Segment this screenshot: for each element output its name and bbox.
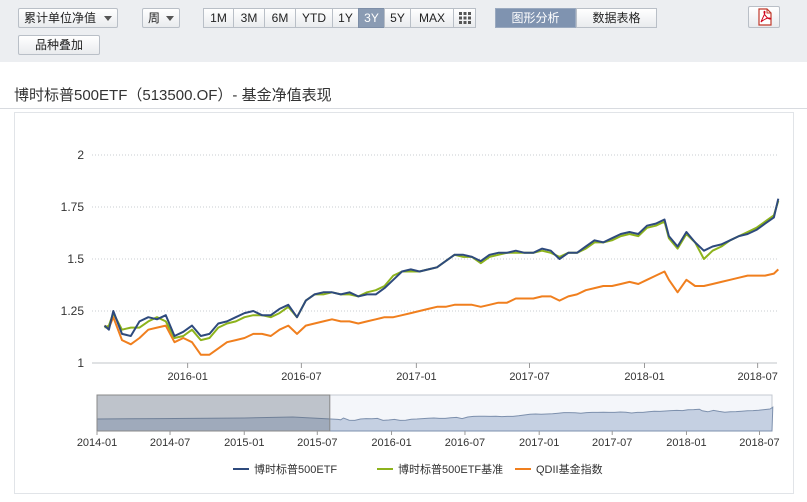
navigator-tick-label: 2017-07 <box>592 437 632 449</box>
x-tick-label: 2017-01 <box>396 371 436 383</box>
x-axis: 2016-01 2016-07 2017-01 2017-07 2018-01 2018-… <box>92 362 778 383</box>
y-tick-label: 1 <box>77 356 84 370</box>
series-line-0 <box>103 198 780 337</box>
nav-chart: 2 1.75 1.5 1.25 1 2016-01 2016-07 2017-01 2017-… <box>61 148 780 476</box>
navigator-tick-label: 2016-01 <box>371 437 411 449</box>
grid-view-button[interactable] <box>453 8 476 28</box>
divider <box>0 108 807 109</box>
range-5y-button[interactable]: 5Y <box>384 8 411 28</box>
chart-container: 2 1.75 1.5 1.25 1 2016-01 2016-07 2017-01 2017-… <box>14 112 794 494</box>
y-tick-label: 1.75 <box>61 200 85 214</box>
range-navigator: 2014-01 2014-07 2015-01 2015-07 2016-01 2016-… <box>77 394 780 449</box>
y-axis: 2 1.75 1.5 1.25 1 <box>61 148 85 370</box>
grid-view-icon <box>458 12 471 24</box>
range-ytd-button[interactable]: YTD <box>295 8 333 28</box>
chevron-down-icon <box>104 16 112 21</box>
navigator-tick-label: 2015-01 <box>224 437 264 449</box>
legend-label: 博时标普500ETF <box>254 462 337 476</box>
range-3m-button[interactable]: 3M <box>233 8 265 28</box>
legend-label: 博时标普500ETF基准 <box>398 462 503 476</box>
x-tick-label: 2017-07 <box>509 371 549 383</box>
navigator-tick-label: 2016-07 <box>445 437 485 449</box>
x-tick-label: 2018-01 <box>624 371 664 383</box>
toolbar: 累计单位净值 周 1M 3M 6M YTD 1Y 3Y 5Y MAX 图形分析 … <box>0 0 807 62</box>
chevron-down-icon <box>166 16 174 21</box>
y-tick-label: 1.5 <box>67 252 84 266</box>
range-1y-button[interactable]: 1Y <box>332 8 359 28</box>
navigator-tick-label: 2018-01 <box>666 437 706 449</box>
x-tick-label: 2016-01 <box>167 371 207 383</box>
legend: 博时标普500ETF 博时标普500ETF基准 QDII基金指数 <box>233 462 603 476</box>
range-3y-button[interactable]: 3Y <box>358 8 385 28</box>
tab-data-table[interactable]: 数据表格 <box>576 8 657 28</box>
page-title: 博时标普500ETF（513500.OF）- 基金净值表现 <box>14 87 332 104</box>
y-tick-label: 2 <box>77 148 84 162</box>
series-line-1 <box>104 200 780 342</box>
range-max-button[interactable]: MAX <box>410 8 454 28</box>
series-line-2 <box>104 268 779 356</box>
navigator-tick-label: 2015-07 <box>297 437 337 449</box>
navigator-tick-label: 2014-07 <box>150 437 190 449</box>
period-select[interactable]: 周 <box>142 8 180 28</box>
metric-select-value: 累计单位净值 <box>24 11 97 25</box>
legend-label: QDII基金指数 <box>536 462 603 476</box>
pdf-export-icon <box>758 8 772 26</box>
navigator-tick-label: 2014-01 <box>77 437 117 449</box>
metric-select[interactable]: 累计单位净值 <box>18 8 118 28</box>
navigator-selection <box>96 394 331 432</box>
range-1m-button[interactable]: 1M <box>203 8 234 28</box>
x-tick-label: 2018-07 <box>737 371 777 383</box>
navigator-tick-label: 2017-01 <box>519 437 559 449</box>
tab-chart-analysis[interactable]: 图形分析 <box>495 8 576 28</box>
period-select-value: 周 <box>148 11 161 25</box>
navigator-tick-label: 2018-07 <box>739 437 779 449</box>
pdf-export-button[interactable] <box>748 6 780 28</box>
overlay-button[interactable]: 品种叠加 <box>18 35 100 55</box>
range-6m-button[interactable]: 6M <box>264 8 296 28</box>
x-tick-label: 2016-07 <box>281 371 321 383</box>
y-tick-label: 1.25 <box>61 304 85 318</box>
series-lines <box>103 198 780 356</box>
